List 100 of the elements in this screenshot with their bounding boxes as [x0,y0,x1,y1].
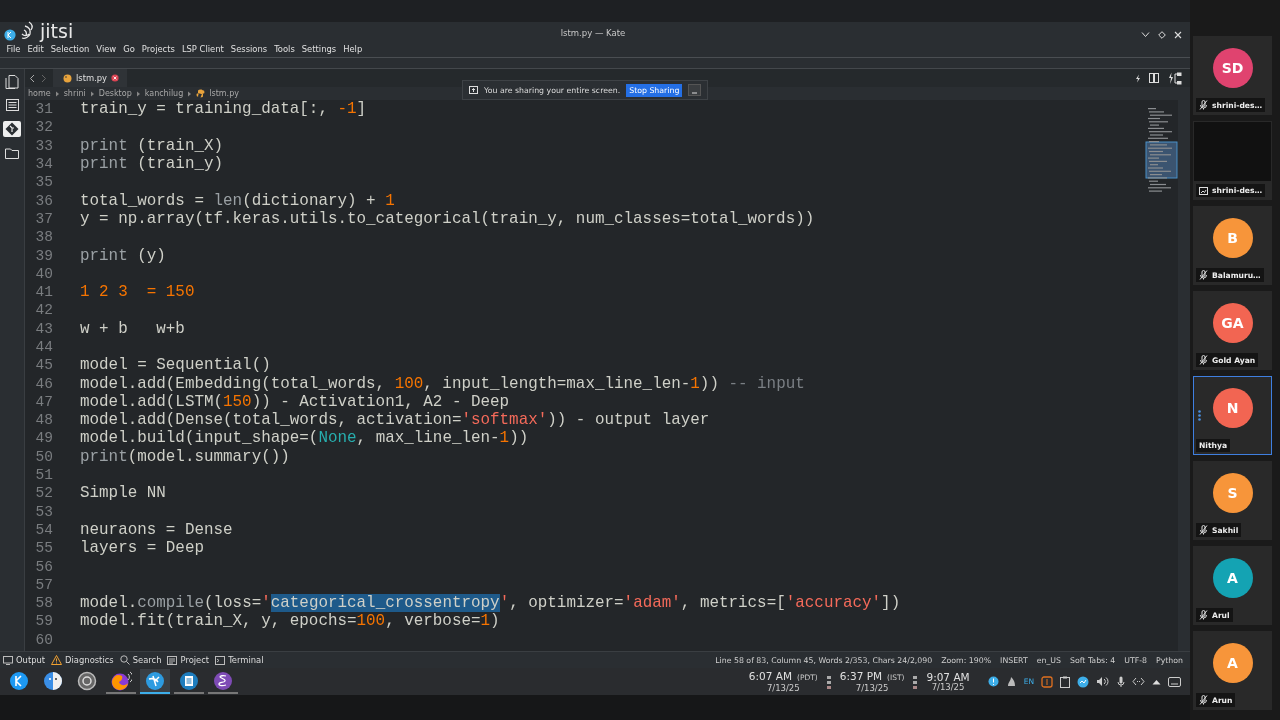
taskbar-app[interactable] [140,669,170,694]
code-token: y = np.array(tf.keras.utils.to_categorical(train_y, num_classes=total_words)) [80,209,815,228]
menu-item[interactable]: Tools [270,44,299,57]
line-number: 47 [34,393,53,410]
taskbar-app[interactable] [174,669,204,694]
avatar: GA [1212,302,1253,343]
toolview-button[interactable]: Project [180,655,210,665]
code-token: 1 [499,429,510,448]
minimize-button[interactable] [688,84,702,96]
scrollbar-track[interactable] [1178,100,1190,651]
menu-item[interactable]: Go [119,44,139,57]
code-token: model.add(Embedding(total_words, [80,374,387,393]
git-diamond-icon[interactable] [5,122,19,136]
chevron-down-icon[interactable] [1141,31,1150,38]
avatar: N [1212,387,1253,428]
code-token: model.build(input_shape=( [80,429,319,448]
documents-icon[interactable] [5,73,19,89]
breadcrumb-item[interactable]: home [28,89,51,98]
code-token: 'accuracy' [785,594,882,613]
lightning-icon[interactable] [1135,73,1141,83]
line-number: 42 [34,302,53,319]
line-number: 31 [34,101,53,118]
menu-item[interactable]: View [92,44,120,57]
arrows-icon[interactable] [1132,677,1145,686]
code-token: ]) [881,594,901,613]
toolview-button[interactable]: Terminal [228,655,264,665]
forward-icon[interactable] [41,73,47,83]
code-token: (loss= [204,594,262,613]
back-icon[interactable] [29,73,35,83]
clock-date: 7/13/25 [766,682,800,693]
code-token: )) - Activation1, A2 - Deep [251,392,510,411]
document-icon[interactable] [179,670,199,691]
clipboard-icon[interactable] [1060,675,1070,688]
code-token: len [213,191,243,210]
line-number: 55 [34,540,53,557]
python-icon [196,89,206,98]
toolview-button[interactable]: Search [132,655,162,665]
toolview-button[interactable]: Diagnostics [65,655,114,665]
screen-icon[interactable] [1168,676,1181,687]
menu-item[interactable]: Settings [298,44,340,57]
lightning-tree-icon[interactable] [1168,71,1182,85]
info-icon[interactable] [987,676,999,687]
breadcrumb-item[interactable]: lstm.py [209,89,239,98]
modified-close-icon[interactable] [111,74,120,82]
breadcrumb-item[interactable]: Desktop [98,89,132,98]
folder-icon[interactable] [5,147,19,159]
code-token: )) [509,429,529,448]
line-number: 36 [34,192,53,209]
gear-icon[interactable] [77,670,97,691]
line-number: 34 [34,156,53,173]
line-number: 35 [34,174,53,191]
package-icon[interactable] [1041,675,1053,688]
chevron-right-icon [187,90,193,97]
close-icon[interactable] [1174,31,1182,39]
chevron-right-icon [89,90,95,97]
menu-item[interactable]: Selection [47,44,93,57]
line-number: 39 [34,247,53,264]
expand-up-icon[interactable] [1152,678,1161,685]
code-token: model.add(LSTM( [80,392,224,411]
share-screen-icon [469,86,478,94]
code-token: 1 [385,191,395,210]
breadcrumb-item[interactable]: shrini [63,89,86,98]
code-token: -- input [728,374,805,393]
file-tab[interactable]: lstm.py [53,69,128,87]
monitor-icon [3,655,13,665]
face-icon[interactable] [43,670,63,691]
chevron-right-icon [54,90,60,97]
line-number: 44 [34,339,53,355]
code-token: )) [699,374,720,393]
menu-item[interactable]: File [3,44,24,57]
menu-item[interactable]: Edit [24,44,48,57]
menu-item[interactable]: Projects [138,44,179,57]
code-token: print [80,447,128,466]
list-icon[interactable] [5,99,19,111]
code-token: (train_y) [136,155,224,174]
line-number: 48 [34,412,53,429]
network-icon[interactable] [1077,675,1089,688]
menu-item[interactable]: LSP Client [178,44,228,57]
clock-date: 7/13/25 [931,681,965,692]
bird-icon[interactable] [145,670,165,691]
split-view-icon[interactable] [1149,73,1160,83]
avatar: S [1212,472,1253,513]
microphone-icon[interactable] [1117,675,1125,688]
toolview-button[interactable]: Output [16,655,46,665]
line-number: 40 [34,265,53,282]
mic-off-icon [1199,100,1208,110]
letter-e-icon[interactable] [213,670,233,691]
line-number: 45 [34,357,53,374]
code-token: , verbose= [385,612,481,631]
menu-item[interactable]: Sessions [227,44,271,57]
kde-logo-icon[interactable] [9,670,29,691]
code-token: )) - output layer [547,411,710,430]
clock-date: 7/13/25 [855,682,889,693]
breadcrumb-item[interactable]: kanchilug [144,89,184,98]
diamond-icon[interactable] [1158,31,1166,39]
taskbar-app[interactable] [208,669,238,694]
volume-icon[interactable] [1096,676,1110,687]
code-token: layers = Deep [80,539,204,558]
menu-item[interactable]: Help [339,44,366,57]
more-options-icon[interactable] [1198,410,1201,421]
